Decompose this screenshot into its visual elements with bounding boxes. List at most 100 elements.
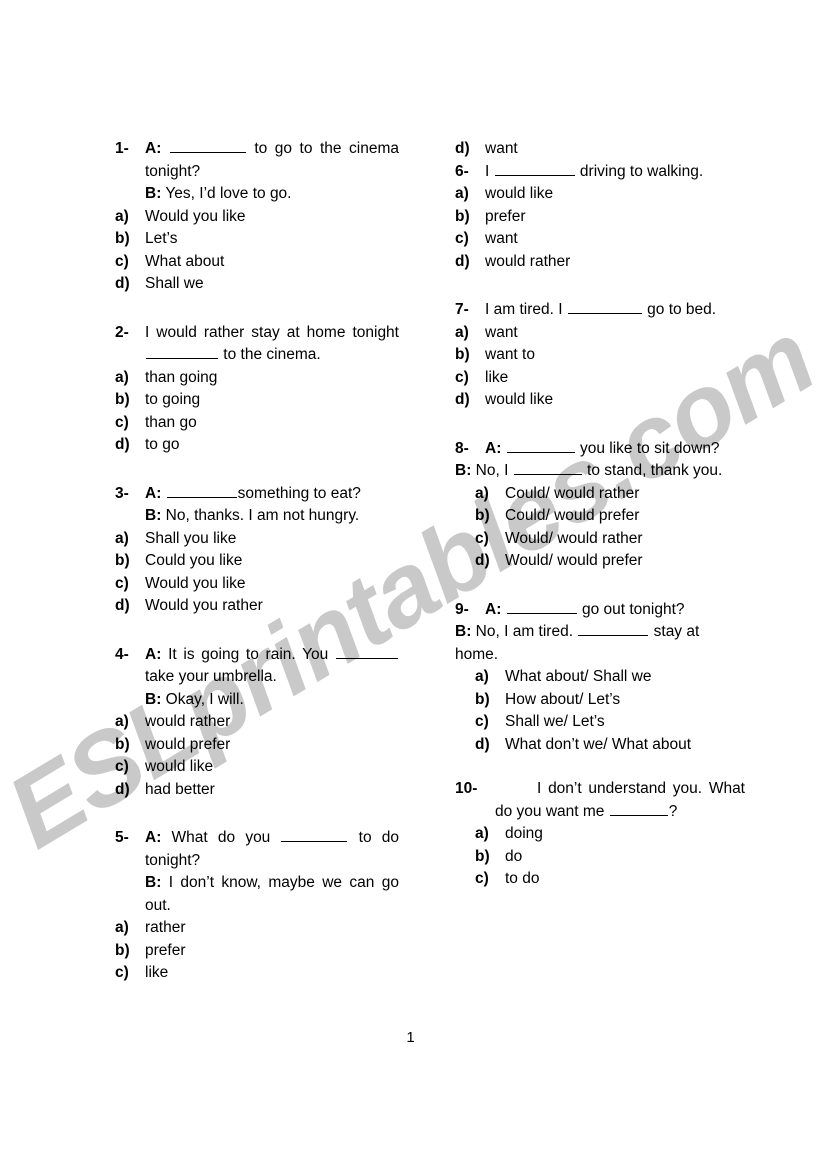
question-5-option-c[interactable]: c) like: [115, 962, 399, 985]
option-label-b: b): [475, 847, 490, 865]
speaker-label-a: A:: [485, 439, 502, 457]
answer-blank[interactable]: [494, 162, 575, 176]
speaker-label-a: A:: [145, 829, 162, 846]
question-1-option-a[interactable]: a) Would you like: [115, 206, 399, 229]
question-9-option-a[interactable]: a) What about/ Shall we: [475, 666, 745, 689]
question-7-stem-pre: I am tired. I: [485, 301, 567, 318]
question-9-option-c[interactable]: c) Shall we/ Let’s: [475, 711, 745, 734]
question-4-prompt-b-text: Okay, I will.: [165, 690, 244, 708]
option-text: Would you rather: [145, 597, 263, 614]
question-3: 3- A: something to eat? B: No, thanks. I…: [115, 483, 399, 618]
question-1-option-b[interactable]: b) Let’s: [115, 228, 399, 251]
question-5-option-d[interactable]: d) want: [455, 138, 745, 161]
option-text: like: [145, 964, 169, 981]
option-label-a: a): [475, 668, 489, 685]
question-7-option-b[interactable]: b) want to: [455, 344, 745, 367]
option-text: had better: [145, 780, 215, 798]
question-1-option-d[interactable]: d) Shall we: [115, 273, 399, 296]
question-6-option-b[interactable]: b) prefer: [455, 206, 745, 229]
option-text: to do: [505, 870, 540, 887]
page-number: 1: [406, 1029, 415, 1046]
question-6: 6- I driving to walking. a) would like b…: [455, 161, 745, 274]
question-1-option-c[interactable]: c) What about: [115, 251, 399, 274]
question-3-prompt-a-text: something to eat?: [237, 484, 361, 502]
option-label-a: a): [115, 919, 129, 936]
question-2-option-c[interactable]: c) than go: [115, 412, 399, 435]
question-3-option-a[interactable]: a) Shall you like: [115, 528, 399, 551]
question-4-option-a[interactable]: a) would rather: [115, 711, 399, 734]
question-10-option-b[interactable]: b) do: [475, 846, 745, 869]
question-9-options: a) What about/ Shall we b) How about/ Le…: [455, 666, 745, 756]
question-5: 5- A: What do you to do tonight? B: I do…: [115, 827, 399, 985]
option-label-c: c): [475, 529, 489, 547]
question-3-option-c[interactable]: c) Would you like: [115, 573, 399, 596]
option-text: prefer: [485, 207, 526, 225]
answer-blank[interactable]: [506, 439, 575, 453]
question-9-prompt-a: A: go out tonight?: [485, 599, 745, 622]
question-7-option-a[interactable]: a) want: [455, 322, 745, 345]
option-label-b: b): [115, 230, 130, 247]
answer-blank[interactable]: [567, 300, 642, 314]
question-7-option-d[interactable]: d) would like: [455, 389, 745, 412]
question-6-option-c[interactable]: c) want: [455, 228, 745, 251]
option-text: would rather: [485, 252, 571, 270]
answer-blank[interactable]: [609, 802, 668, 816]
question-8-option-a[interactable]: a) Could/ would rather: [475, 483, 745, 506]
option-label-b: b): [475, 507, 490, 524]
question-10-stem: I don’t understand you. What do you want…: [495, 778, 745, 823]
question-3-prompt-a: A: something to eat?: [145, 483, 399, 506]
question-9-option-d[interactable]: d) What don’t we/ What about: [475, 734, 745, 757]
question-8-option-b[interactable]: b) Could/ would prefer: [475, 505, 745, 528]
question-7-stem-post: go to bed.: [642, 301, 717, 318]
question-10-option-a[interactable]: a) doing: [475, 823, 745, 846]
answer-blank[interactable]: [336, 645, 399, 659]
question-5-option-b[interactable]: b) prefer: [115, 940, 399, 963]
option-label-d: d): [115, 780, 130, 798]
question-5-option-a[interactable]: a) rather: [115, 917, 399, 940]
question-8-option-c[interactable]: c) Would/ would rather: [475, 528, 745, 551]
question-4-prompt-a: A: It is going to rain. You take your um…: [145, 644, 399, 689]
option-label-c: c): [455, 230, 469, 247]
question-5-prompt-a-pre: What do you: [171, 829, 281, 846]
option-label-d: d): [115, 275, 130, 292]
question-6-option-a[interactable]: a) would like: [455, 183, 745, 206]
question-10-option-c[interactable]: c) to do: [475, 868, 745, 891]
option-label-d: d): [455, 140, 470, 157]
answer-blank[interactable]: [146, 345, 218, 359]
question-2-option-d[interactable]: d) to go: [115, 434, 399, 457]
answer-blank[interactable]: [169, 139, 246, 153]
question-3-option-d[interactable]: d) Would you rather: [115, 595, 399, 618]
answer-blank[interactable]: [166, 484, 237, 498]
question-6-stem-post: driving to walking.: [575, 162, 704, 180]
question-2: 2- I would rather stay at home tonight t…: [115, 322, 399, 457]
question-4-option-d[interactable]: d) had better: [115, 779, 399, 802]
question-9-prompt-a-post: go out tonight?: [577, 600, 685, 618]
option-text: What don’t we/ What about: [505, 735, 692, 753]
answer-blank[interactable]: [513, 461, 582, 475]
question-6-option-d[interactable]: d) would rather: [455, 251, 745, 274]
question-10-number: 10-: [455, 780, 478, 797]
option-text: Could/ would rather: [505, 484, 640, 502]
option-label-b: b): [115, 735, 130, 753]
question-2-option-b[interactable]: b) to going: [115, 389, 399, 412]
question-8-option-d[interactable]: d) Would/ would prefer: [475, 550, 745, 573]
question-4-option-b[interactable]: b) would prefer: [115, 734, 399, 757]
answer-blank[interactable]: [506, 600, 577, 614]
question-8-prompt-b-post: to stand, thank you.: [582, 462, 723, 479]
answer-blank[interactable]: [578, 622, 649, 636]
speaker-label-b: B:: [145, 690, 162, 708]
question-3-option-b[interactable]: b) Could you like: [115, 550, 399, 573]
option-text: want: [485, 323, 518, 341]
question-1-prompt-b-text: Yes, I’d love to go.: [165, 185, 292, 202]
question-9-number: 9-: [455, 600, 469, 618]
question-9-option-b[interactable]: b) How about/ Let’s: [475, 689, 745, 712]
question-7-option-c[interactable]: c) like: [455, 367, 745, 390]
question-4-option-c[interactable]: c) would like: [115, 756, 399, 779]
question-2-option-a[interactable]: a) than going: [115, 367, 399, 390]
question-7-stem: I am tired. I go to bed.: [485, 299, 745, 322]
question-3-number: 3-: [115, 484, 129, 502]
question-8-number: 8-: [455, 439, 469, 457]
question-5-continued: d) want: [455, 138, 745, 161]
answer-blank[interactable]: [281, 828, 348, 842]
option-text: rather: [145, 919, 186, 936]
